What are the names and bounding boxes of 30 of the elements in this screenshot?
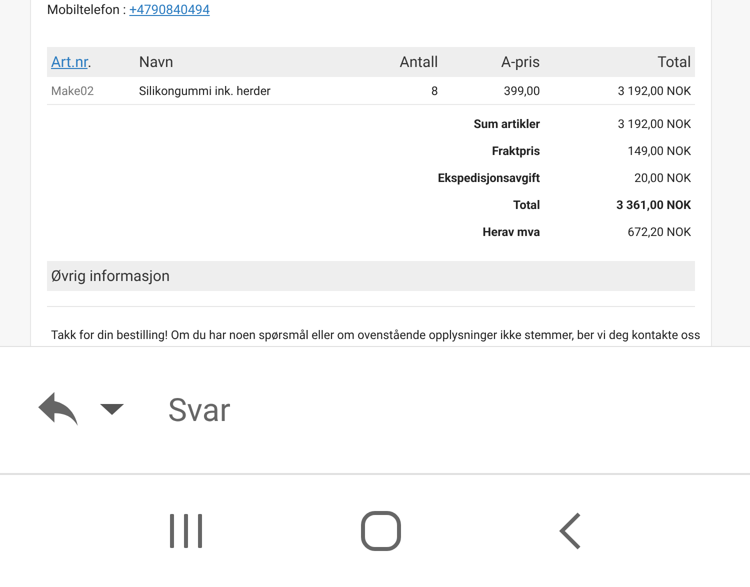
- phone-label: Mobiltelefon :: [47, 3, 128, 18]
- summary-value: 3 192,00 NOK: [616, 116, 692, 132]
- column-header: Antall: [400, 52, 438, 71]
- caret-icon[interactable]: [100, 404, 124, 416]
- column-header[interactable]: Art.nr.: [51, 52, 92, 71]
- summary-value: 149,00 NOK: [626, 142, 692, 160]
- table-cell: 399,00: [504, 84, 540, 98]
- summary-label: Fraktpris: [490, 142, 541, 160]
- recent-apps-icon[interactable]: [168, 513, 204, 549]
- summary-value: 20,00 NOK: [633, 170, 692, 186]
- table-cell: Silikongummi ink. herder: [139, 84, 271, 98]
- summary-label: Herav mva: [482, 224, 541, 240]
- column-header: A-pris: [501, 52, 540, 71]
- thank-you-text: Takk for din bestilling! Om du har noen spørsmål eller om ovenstående opplysninger ikke stemmer, ber vi deg kontakte oss: [50, 327, 702, 343]
- summary-value: 672,20 NOK: [626, 224, 692, 240]
- table-cell: Make02: [51, 84, 94, 98]
- phone-link[interactable]: +4790840494: [129, 3, 210, 18]
- column-header: Navn: [139, 52, 174, 71]
- summary-label: Total: [512, 196, 541, 214]
- reply-icon[interactable]: [36, 392, 80, 428]
- section-header: Øvrig informasjon: [47, 261, 695, 291]
- back-icon[interactable]: [558, 512, 582, 550]
- table-cell: 8: [431, 84, 438, 98]
- summary-label: Sum artikler: [472, 116, 541, 132]
- reply-label[interactable]: Svar: [168, 386, 231, 434]
- column-header: Total: [658, 52, 691, 71]
- summary-value: 3 361,00 NOK: [615, 196, 692, 214]
- summary-label: Ekspedisjonsavgift: [436, 170, 541, 186]
- home-icon[interactable]: [360, 511, 401, 551]
- table-cell: 3 192,00 NOK: [618, 84, 691, 98]
